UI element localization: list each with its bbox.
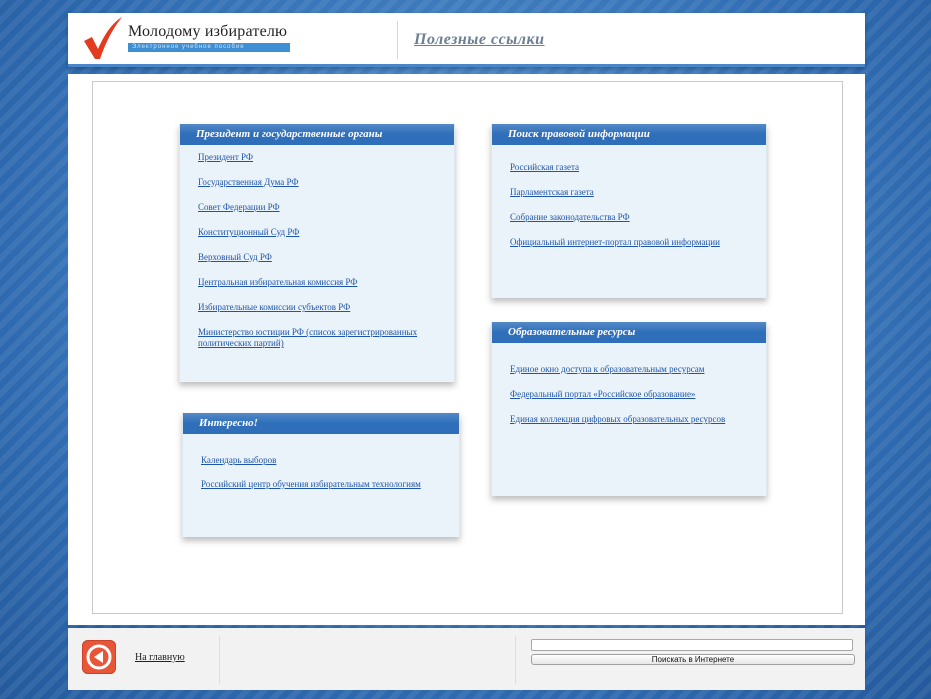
link-training-center[interactable]: Российский центр обучения избирательным … [201, 479, 445, 490]
link-single-window[interactable]: Единое окно доступа к образовательным ре… [510, 364, 752, 375]
card-links: Календарь выборов Российский центр обуче… [183, 434, 459, 490]
card-links: Президент РФ Государственная Дума РФ Сов… [180, 145, 454, 349]
link-ministry-justice[interactable]: Министерство юстиции РФ (список зарегист… [198, 327, 440, 349]
footer-divider [219, 636, 220, 684]
header: Молодому избирателю Электронное учебное … [68, 13, 865, 67]
card-president-gov: Президент и государственные органы Прези… [179, 124, 455, 382]
card-title: Интересно! [183, 413, 459, 434]
link-legislation-collection[interactable]: Собрание законодательства РФ [510, 212, 752, 223]
home-circle-icon [86, 644, 112, 670]
main-panel: Президент и государственные органы Прези… [68, 74, 865, 625]
link-election-calendar[interactable]: Календарь выборов [201, 455, 445, 466]
logo-subtitle: Электронное учебное пособие [128, 43, 290, 52]
home-link[interactable]: На главную [135, 652, 185, 663]
card-title: Поиск правовой информации [492, 124, 766, 145]
checkmark-logo-icon [84, 17, 122, 59]
footer: На главную Поискать в Интернете [68, 628, 865, 690]
link-legal-portal[interactable]: Официальный интернет-портал правовой инф… [510, 237, 752, 248]
search-input[interactable] [531, 639, 853, 651]
card-education: Образовательные ресурсы Единое окно дост… [491, 322, 767, 496]
footer-divider [515, 636, 516, 684]
link-constitutional-court[interactable]: Конституционный Суд РФ [198, 227, 440, 238]
link-rossiyskaya-gazeta[interactable]: Российская газета [510, 162, 752, 173]
card-links: Единое окно доступа к образовательным ре… [492, 343, 766, 425]
link-digital-collection[interactable]: Единая коллекция цифровых образовательны… [510, 414, 752, 425]
link-president[interactable]: Президент РФ [198, 152, 440, 163]
logo-title: Молодому избирателю [128, 23, 288, 40]
home-button[interactable] [82, 640, 116, 674]
link-regional-commissions[interactable]: Избирательные комиссии субъектов РФ [198, 302, 440, 313]
page-title: Полезные ссылки [414, 31, 545, 48]
card-title: Образовательные ресурсы [492, 322, 766, 343]
link-state-duma[interactable]: Государственная Дума РФ [198, 177, 440, 188]
link-parlamentskaya-gazeta[interactable]: Парламентская газета [510, 187, 752, 198]
card-legal-search: Поиск правовой информации Российская газ… [491, 124, 767, 298]
card-title: Президент и государственные органы [180, 124, 454, 145]
link-federation-council[interactable]: Совет Федерации РФ [198, 202, 440, 213]
card-links: Российская газета Парламентская газета С… [492, 145, 766, 248]
search-internet-button[interactable]: Поискать в Интернете [531, 654, 855, 665]
card-interesting: Интересно! Календарь выборов Российский … [182, 413, 460, 537]
link-russian-education-portal[interactable]: Федеральный портал «Российское образован… [510, 389, 752, 400]
content-frame: Президент и государственные органы Прези… [92, 81, 843, 614]
header-divider [397, 21, 398, 59]
link-supreme-court[interactable]: Верховный Суд РФ [198, 252, 440, 263]
link-cec[interactable]: Центральная избирательная комиссия РФ [198, 277, 440, 288]
